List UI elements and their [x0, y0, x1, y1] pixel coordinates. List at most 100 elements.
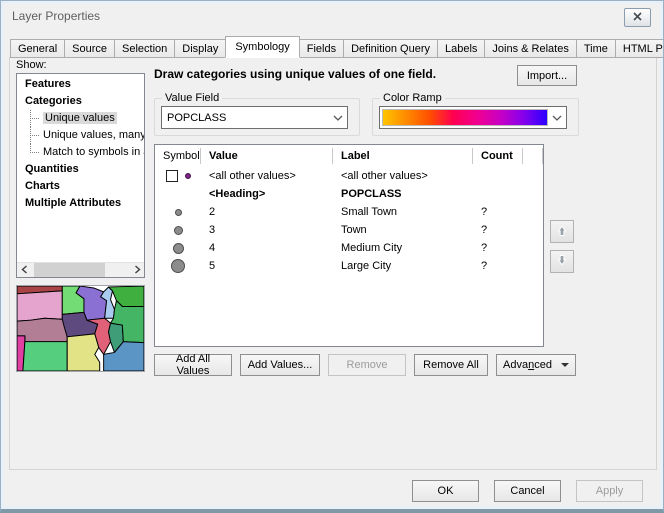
arrow-down-icon — [554, 253, 570, 271]
tab-definition-query[interactable]: Definition Query — [343, 39, 438, 58]
label-cell: Small Town — [333, 206, 473, 218]
move-value-down-button[interactable] — [550, 250, 574, 273]
show-item-multiple-attributes[interactable]: Multiple Attributes — [17, 195, 144, 212]
symbol-cell[interactable] — [155, 243, 201, 254]
show-item-label: Multiple Attributes — [25, 197, 121, 209]
apply-button[interactable]: Apply — [576, 480, 643, 502]
show-item-categories[interactable]: Categories — [17, 93, 144, 110]
symbology-values-table: Symbol Value Label Count <all other valu… — [154, 144, 544, 347]
point-symbol-icon — [175, 209, 182, 216]
count-cell: ? — [473, 206, 523, 218]
show-item-label: Quantities — [25, 163, 79, 175]
show-item-unique-values[interactable]: Unique values — [17, 110, 144, 127]
label-cell: Town — [333, 224, 473, 236]
tab-display[interactable]: Display — [174, 39, 226, 58]
add-all-values-button[interactable]: Add All Values — [154, 354, 232, 376]
chevron-right-icon — [134, 265, 141, 277]
show-item-unique-values-many[interactable]: Unique values, many — [17, 127, 144, 144]
tab-fields[interactable]: Fields — [299, 39, 344, 58]
remove-all-button[interactable]: Remove All — [414, 354, 488, 376]
point-symbol-icon — [185, 173, 191, 179]
scroll-right-button[interactable] — [130, 263, 144, 278]
tab-bar: GeneralSourceSelectionDisplaySymbologyFi… — [11, 36, 664, 58]
show-list-hscrollbar[interactable] — [17, 262, 144, 277]
method-description: Draw categories using unique values of o… — [154, 67, 436, 81]
value-cell: 5 — [201, 260, 333, 272]
tab-time[interactable]: Time — [576, 39, 616, 58]
symbol-cell[interactable] — [155, 226, 201, 235]
advanced-button[interactable]: Advanced — [496, 354, 576, 376]
point-symbol-icon — [173, 243, 184, 254]
chevron-down-icon — [329, 115, 347, 121]
column-header-value: Value — [201, 145, 333, 167]
tab-selection[interactable]: Selection — [114, 39, 175, 58]
value-actions-toolbar: Add All Values Add Values... Remove Remove … — [154, 354, 576, 376]
count-cell: ? — [473, 242, 523, 254]
symbology-row[interactable]: <all other values><all other values> — [155, 167, 543, 185]
remove-button[interactable]: Remove — [328, 354, 406, 376]
show-item-match-to-symbols-in-a[interactable]: Match to symbols in a — [17, 144, 144, 161]
symbol-cell[interactable] — [155, 209, 201, 216]
value-field-label: Value Field — [162, 92, 222, 104]
scroll-left-button[interactable] — [17, 263, 31, 278]
symbology-row[interactable]: 4Medium City? — [155, 239, 543, 257]
add-values-button[interactable]: Add Values... — [240, 354, 320, 376]
value-cell: 4 — [201, 242, 333, 254]
show-label: Show: — [16, 59, 47, 71]
show-item-label: Unique values, many — [43, 129, 144, 141]
color-ramp-dropdown[interactable] — [379, 106, 567, 129]
close-icon — [633, 12, 642, 24]
show-item-label: Charts — [25, 180, 60, 192]
button-label: ced — [534, 359, 552, 371]
dialog-footer: OK Cancel Apply — [412, 480, 643, 502]
scroll-track[interactable] — [31, 263, 130, 277]
show-item-charts[interactable]: Charts — [17, 178, 144, 195]
tab-labels[interactable]: Labels — [437, 39, 485, 58]
symbology-row[interactable]: 5Large City? — [155, 257, 543, 275]
value-cell: <all other values> — [201, 170, 333, 182]
value-cell: 2 — [201, 206, 333, 218]
table-body: <all other values><all other values><Hea… — [155, 167, 543, 275]
point-symbol-icon — [171, 259, 185, 273]
symbology-row[interactable]: <Heading>POPCLASS — [155, 185, 543, 203]
value-cell: 3 — [201, 224, 333, 236]
value-field-group: Value Field POPCLASS — [154, 98, 360, 136]
label-cell: Large City — [333, 260, 473, 272]
label-cell: <all other values> — [333, 170, 473, 182]
tab-source[interactable]: Source — [64, 39, 115, 58]
layer-preview-map — [16, 285, 145, 372]
import-button[interactable]: Import... — [517, 65, 577, 86]
all-other-values-checkbox[interactable] — [166, 170, 178, 182]
symbology-row[interactable]: 2Small Town? — [155, 203, 543, 221]
tab-general[interactable]: General — [10, 39, 65, 58]
dropdown-caret-icon — [561, 363, 569, 371]
button-label: Adva — [503, 359, 528, 371]
show-tree: FeaturesCategories Unique values Unique va… — [17, 76, 144, 212]
color-ramp-group: Color Ramp — [372, 98, 579, 136]
cancel-button[interactable]: Cancel — [494, 480, 561, 502]
show-item-label: Unique values — [43, 112, 117, 124]
close-button[interactable] — [624, 8, 651, 27]
symbology-tab-page: Show: FeaturesCategories Unique values Uni… — [9, 57, 657, 470]
value-cell: <Heading> — [201, 188, 333, 200]
move-value-up-button[interactable] — [550, 220, 574, 243]
arrow-up-icon — [554, 223, 570, 241]
symbol-cell[interactable] — [155, 170, 201, 182]
ok-button[interactable]: OK — [412, 480, 479, 502]
symbology-row[interactable]: 3Town? — [155, 221, 543, 239]
show-item-quantities[interactable]: Quantities — [17, 161, 144, 178]
symbol-cell[interactable] — [155, 259, 201, 273]
tab-html-popup[interactable]: HTML Popup — [615, 39, 664, 58]
column-header-count: Count — [473, 145, 523, 167]
label-cell: POPCLASS — [333, 188, 473, 200]
value-field-dropdown[interactable]: POPCLASS — [161, 106, 348, 129]
count-cell: ? — [473, 260, 523, 272]
scroll-thumb[interactable] — [34, 263, 105, 277]
color-ramp-label: Color Ramp — [380, 92, 445, 104]
chevron-down-icon — [548, 115, 566, 121]
tab-joins-relates[interactable]: Joins & Relates — [484, 39, 576, 58]
show-item-features[interactable]: Features — [17, 76, 144, 93]
tab-symbology[interactable]: Symbology — [225, 36, 299, 58]
show-item-label: Match to symbols in a — [43, 146, 144, 158]
dialog-title: Layer Properties — [12, 9, 100, 23]
